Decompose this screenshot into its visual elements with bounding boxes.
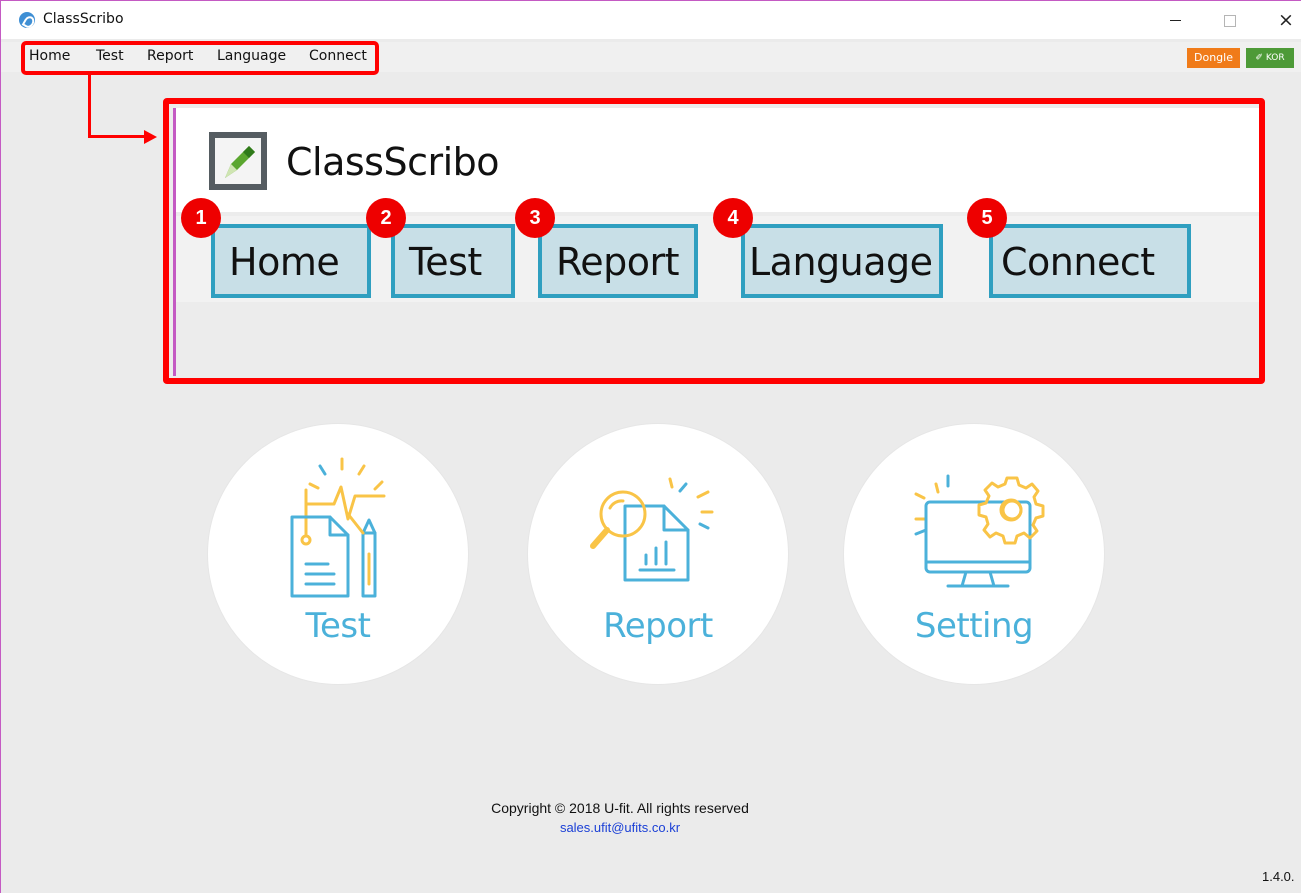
annotation-arrow-horizontal: [88, 135, 146, 138]
app-logo-icon: [19, 12, 35, 28]
zoom-menu-report[interactable]: Report: [538, 224, 698, 298]
window-title: ClassScribo: [43, 11, 124, 27]
title-bar: ClassScribo ×: [1, 1, 1301, 39]
zoom-app-title: ClassScribo: [286, 140, 500, 184]
setting-tile-label: Setting: [914, 606, 1034, 646]
maximize-button[interactable]: [1207, 6, 1253, 34]
callout-number-1: 1: [181, 198, 221, 238]
contact-email-link[interactable]: sales.ufit@ufits.co.kr: [0, 820, 1240, 835]
minimize-button[interactable]: [1153, 6, 1199, 34]
zoom-menu-language[interactable]: Language: [741, 224, 943, 298]
monitor-gear-icon: [914, 474, 1045, 588]
zoom-menu-connect[interactable]: Connect: [989, 224, 1191, 298]
report-tile[interactable]: Report: [527, 423, 789, 685]
annotation-arrow-vertical: [88, 74, 91, 137]
version-label: 1.4.0.: [1262, 869, 1295, 884]
copyright-text: Copyright © 2018 U-fit. All rights reser…: [491, 800, 749, 816]
zoom-title-area: ClassScribo: [176, 108, 1259, 212]
callout-number-4: 4: [713, 198, 753, 238]
kor-badge[interactable]: ✐ KOR: [1246, 48, 1294, 68]
setting-tile[interactable]: Setting: [843, 423, 1105, 685]
classscribo-pen-icon: [209, 132, 267, 190]
zoom-menu-home[interactable]: Home: [211, 224, 371, 298]
dongle-badge[interactable]: Dongle: [1187, 48, 1240, 68]
test-document-pencil-icon: [290, 457, 386, 598]
callout-number-5: 5: [967, 198, 1007, 238]
annotation-arrow-head: [144, 130, 157, 144]
callout-number-2: 2: [366, 198, 406, 238]
test-tile-label: Test: [305, 606, 371, 646]
menu-highlight-box: [21, 41, 379, 75]
callout-number-3: 3: [515, 198, 555, 238]
close-button[interactable]: ×: [1263, 6, 1301, 34]
report-magnifier-chart-icon: [590, 477, 714, 582]
zoomed-menu-panel: ClassScribo Home Test Report Language Co…: [163, 98, 1265, 384]
zoom-menu-test[interactable]: Test: [391, 224, 515, 298]
report-tile-label: Report: [603, 606, 713, 646]
test-tile[interactable]: Test: [207, 423, 469, 685]
